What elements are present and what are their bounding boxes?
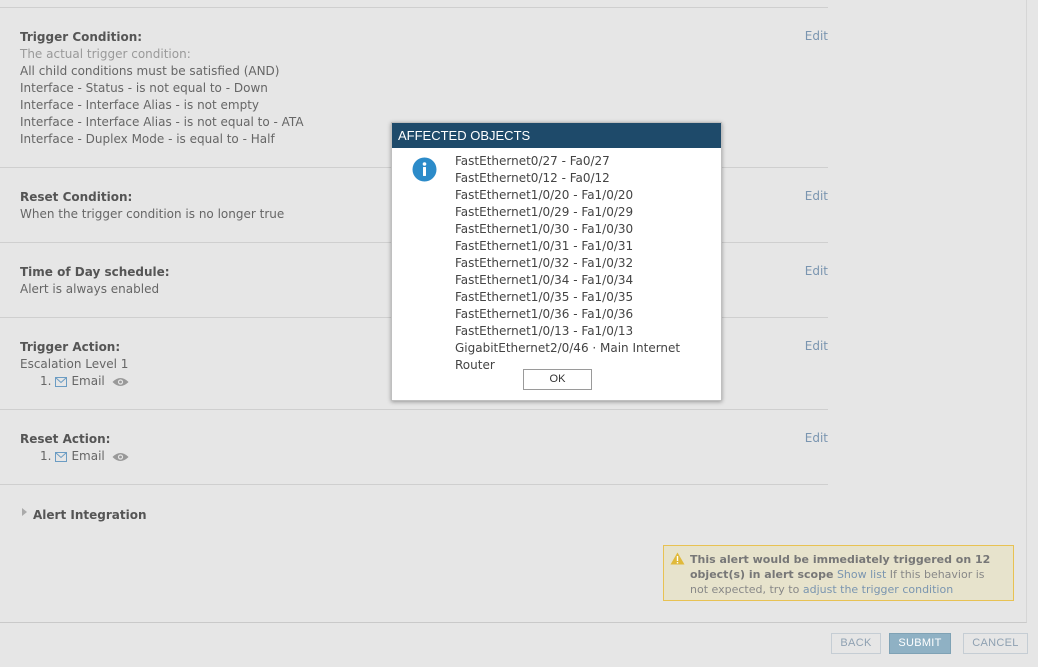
alert-integration-toggle[interactable]: Alert Integration (22, 508, 147, 522)
list-item: FastEthernet1/0/31 - Fa1/0/31 (455, 239, 634, 253)
affected-objects-list: FastEthernet0/27 - Fa0/27 FastEthernet0/… (455, 153, 721, 374)
warning-icon (670, 552, 685, 565)
divider (0, 484, 828, 485)
adjust-trigger-condition-link[interactable]: adjust the trigger condition (803, 583, 953, 596)
cancel-button[interactable]: CANCEL (963, 633, 1028, 654)
list-item: FastEthernet1/0/36 - Fa1/0/36 (455, 307, 634, 321)
reset-action-section: Reset Action: 1. Email Edit (20, 431, 828, 465)
reset-condition-edit-link[interactable]: Edit (805, 189, 828, 203)
action-number: 1. (40, 449, 52, 463)
trigger-warning-banner: This alert would be immediately triggere… (663, 545, 1014, 601)
caret-right-icon (22, 508, 27, 516)
envelope-icon (55, 376, 68, 387)
condition-line: All child conditions must be satisfied (… (20, 64, 280, 78)
trigger-condition-title: Trigger Condition: (20, 30, 143, 44)
envelope-icon (55, 451, 68, 462)
dialog-title: AFFECTED OBJECTS (392, 123, 721, 148)
trigger-action-edit-link[interactable]: Edit (805, 339, 828, 353)
list-item: FastEthernet1/0/30 - Fa1/0/30 (455, 222, 634, 236)
list-item: FastEthernet1/0/29 - Fa1/0/29 (455, 205, 634, 219)
eye-icon[interactable] (112, 452, 129, 462)
reset-action-item: 1. Email (40, 448, 828, 465)
divider (0, 409, 828, 410)
info-icon (412, 157, 437, 182)
submit-button[interactable]: SUBMIT (889, 633, 951, 654)
divider (0, 7, 828, 8)
alert-integration-label: Alert Integration (33, 508, 147, 522)
action-number: 1. (40, 374, 52, 388)
trigger-condition-edit-link[interactable]: Edit (805, 29, 828, 43)
reset-action-edit-link[interactable]: Edit (805, 431, 828, 445)
affected-objects-dialog: AFFECTED OBJECTS FastEthernet0/27 - Fa0/… (391, 122, 722, 401)
condition-line: Interface - Interface Alias - is not emp… (20, 98, 260, 112)
list-item: FastEthernet1/0/34 - Fa1/0/34 (455, 273, 634, 287)
eye-icon[interactable] (112, 377, 129, 387)
list-item: FastEthernet1/0/35 - Fa1/0/35 (455, 290, 634, 304)
show-list-link[interactable]: Show list (837, 568, 886, 581)
ok-button[interactable]: OK (523, 369, 592, 390)
trigger-condition-subtitle: The actual trigger condition: (20, 47, 191, 61)
list-item: FastEthernet1/0/20 - Fa1/0/20 (455, 188, 634, 202)
time-of-day-edit-link[interactable]: Edit (805, 264, 828, 278)
list-item: FastEthernet0/12 - Fa0/12 (455, 171, 610, 185)
condition-line: Interface - Status - is not equal to - D… (20, 81, 268, 95)
list-item: FastEthernet1/0/13 - Fa1/0/13 (455, 324, 634, 338)
action-label: Email (71, 449, 105, 463)
list-item: FastEthernet0/27 - Fa0/27 (455, 154, 610, 168)
reset-action-title: Reset Action: (20, 432, 111, 446)
back-button[interactable]: BACK (831, 633, 881, 654)
list-item: FastEthernet1/0/32 - Fa1/0/32 (455, 256, 634, 270)
action-label: Email (71, 374, 105, 388)
